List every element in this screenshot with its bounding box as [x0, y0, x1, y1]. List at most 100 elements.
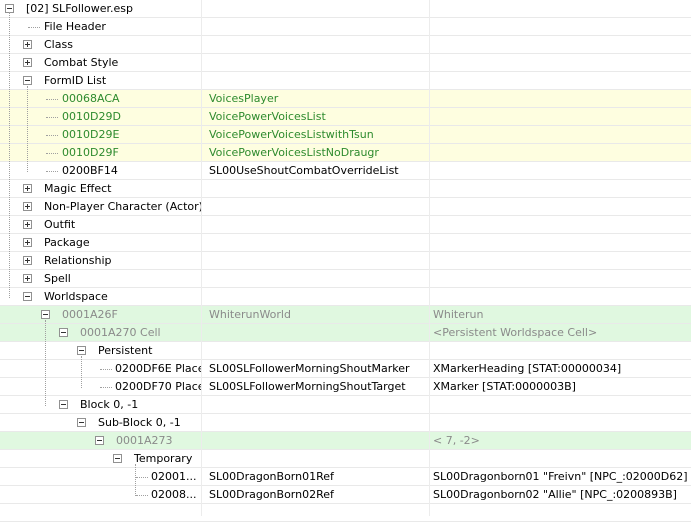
expand-toggle[interactable]: [23, 238, 32, 247]
node-label: Magic Effect: [44, 182, 112, 195]
tree-node-cell[interactable]: 0001A273 < 7, -2>: [0, 432, 691, 450]
node-label: 0001A270 Cell: [80, 326, 161, 339]
tree-node-worldspace[interactable]: Worldspace: [0, 288, 691, 306]
node-label: File Header: [44, 20, 106, 33]
base-record: XMarker [STAT:0000003B]: [433, 380, 576, 393]
node-label: Combat Style: [44, 56, 119, 69]
node-label: Package: [44, 236, 90, 249]
node-label: Class: [44, 38, 73, 51]
collapse-toggle[interactable]: [23, 76, 32, 85]
collapse-toggle[interactable]: [113, 454, 122, 463]
reference-row[interactable]: 02001... SL00DragonBorn01Ref SL00Dragonb…: [0, 468, 691, 486]
node-label: Relationship: [44, 254, 112, 267]
tree-connector: [46, 153, 58, 154]
collapse-toggle[interactable]: [77, 418, 86, 427]
column-divider: [429, 0, 430, 516]
form-id: 0010D29F: [62, 146, 119, 159]
collapse-toggle[interactable]: [23, 292, 32, 301]
expand-toggle[interactable]: [23, 40, 32, 49]
tree-connector: [100, 369, 112, 370]
node-label: [02] SLFollower.esp: [26, 2, 133, 15]
tree-connector: [136, 495, 148, 496]
tree-node-outfit[interactable]: Outfit: [0, 216, 691, 234]
editor-id: VoicePowerVoicesList: [209, 110, 326, 123]
cell-grid: < 7, -2>: [433, 434, 480, 447]
tree-node-npc[interactable]: Non-Player Character (Actor): [0, 198, 691, 216]
node-label: Sub-Block 0, -1: [98, 416, 181, 429]
editor-id: WhiterunWorld: [209, 308, 291, 321]
base-record: SL00Dragonborn02 "Allie" [NPC_:0200893B]: [433, 488, 677, 501]
editor-id: SL00SLFollowerMorningShoutMarker: [209, 362, 410, 375]
tree-node-persistent-cell[interactable]: 0001A270 Cell <Persistent Worldspace Cel…: [0, 324, 691, 342]
expand-toggle[interactable]: [23, 184, 32, 193]
empty-row: [0, 504, 691, 522]
expand-toggle[interactable]: [23, 274, 32, 283]
node-label: Block 0, -1: [80, 398, 139, 411]
placed-object-row[interactable]: 0200DF6E Place SL00SLFollowerMorningShou…: [0, 360, 691, 378]
node-label: Worldspace: [44, 290, 108, 303]
collapse-toggle[interactable]: [77, 346, 86, 355]
node-label: Persistent: [98, 344, 153, 357]
tree-node-relationship[interactable]: Relationship: [0, 252, 691, 270]
formid-row[interactable]: 0010D29E VoicePowerVoicesListwithTsun: [0, 126, 691, 144]
formid-row[interactable]: 00068ACA VoicesPlayer: [0, 90, 691, 108]
tree-node-magic-effect[interactable]: Magic Effect: [0, 180, 691, 198]
form-id: 0010D29D: [62, 110, 121, 123]
tree-connector: [9, 12, 10, 298]
tree-node-package[interactable]: Package: [0, 234, 691, 252]
editor-id: VoicesPlayer: [209, 92, 279, 105]
tree-connector: [27, 86, 28, 172]
editor-id: VoicePowerVoicesListwithTsun: [209, 128, 374, 141]
node-label: 0200DF70 Place: [115, 380, 201, 393]
record-tree: [02] SLFollower.esp File Header Class Co…: [0, 0, 691, 522]
tree-connector: [46, 117, 58, 118]
form-id: 0200BF14: [62, 164, 118, 177]
tree-node-persistent[interactable]: Persistent: [0, 342, 691, 360]
tree-node-file-header[interactable]: File Header: [0, 18, 691, 36]
tree-node-root-file[interactable]: [02] SLFollower.esp: [0, 0, 691, 18]
tree-connector: [46, 99, 58, 100]
node-label: Outfit: [44, 218, 76, 231]
editor-id: SL00UseShoutCombatOverrideList: [209, 164, 399, 177]
tree-connector: [28, 27, 40, 28]
record-name: Whiterun: [433, 308, 484, 321]
base-record: SL00Dragonborn01 "Freivn" [NPC_:02000D62…: [433, 470, 688, 483]
editor-id: SL00DragonBorn01Ref: [209, 470, 334, 483]
formid-row[interactable]: 0010D29F VoicePowerVoicesListNoDraugr: [0, 144, 691, 162]
tree-node-temporary[interactable]: Temporary: [0, 450, 691, 468]
form-id: 00068ACA: [62, 92, 120, 105]
node-label: 02001...: [151, 470, 197, 483]
tree-connector: [45, 320, 46, 406]
collapse-toggle[interactable]: [95, 436, 104, 445]
form-id: 0001A26F: [62, 308, 118, 321]
expand-toggle[interactable]: [23, 202, 32, 211]
tree-connector: [81, 356, 82, 388]
tree-node-formid-list[interactable]: FormID List: [0, 72, 691, 90]
base-record: XMarkerHeading [STAT:00000034]: [433, 362, 622, 375]
form-id: 0010D29E: [62, 128, 120, 141]
expand-toggle[interactable]: [23, 220, 32, 229]
node-label: 0200DF6E Place: [115, 362, 201, 375]
tree-node-block[interactable]: Block 0, -1: [0, 396, 691, 414]
tree-node-spell[interactable]: Spell: [0, 270, 691, 288]
editor-id: SL00SLFollowerMorningShoutTarget: [209, 380, 406, 393]
editor-id: SL00DragonBorn02Ref: [209, 488, 334, 501]
node-label: Temporary: [134, 452, 193, 465]
tree-node-class[interactable]: Class: [0, 36, 691, 54]
column-divider: [201, 0, 202, 516]
collapse-toggle[interactable]: [59, 328, 68, 337]
tree-connector: [136, 477, 148, 478]
node-label: 02008...: [151, 488, 197, 501]
collapse-toggle[interactable]: [41, 310, 50, 319]
placed-object-row[interactable]: 0200DF70 Place SL00SLFollowerMorningShou…: [0, 378, 691, 396]
tree-node-subblock[interactable]: Sub-Block 0, -1: [0, 414, 691, 432]
record-name: <Persistent Worldspace Cell>: [433, 326, 598, 339]
reference-row[interactable]: 02008... SL00DragonBorn02Ref SL00Dragonb…: [0, 486, 691, 504]
collapse-toggle[interactable]: [59, 400, 68, 409]
tree-node-world[interactable]: 0001A26F WhiterunWorld Whiterun: [0, 306, 691, 324]
expand-toggle[interactable]: [23, 58, 32, 67]
tree-node-combat-style[interactable]: Combat Style: [0, 54, 691, 72]
formid-row[interactable]: 0010D29D VoicePowerVoicesList: [0, 108, 691, 126]
formid-row[interactable]: 0200BF14 SL00UseShoutCombatOverrideList: [0, 162, 691, 180]
expand-toggle[interactable]: [23, 256, 32, 265]
